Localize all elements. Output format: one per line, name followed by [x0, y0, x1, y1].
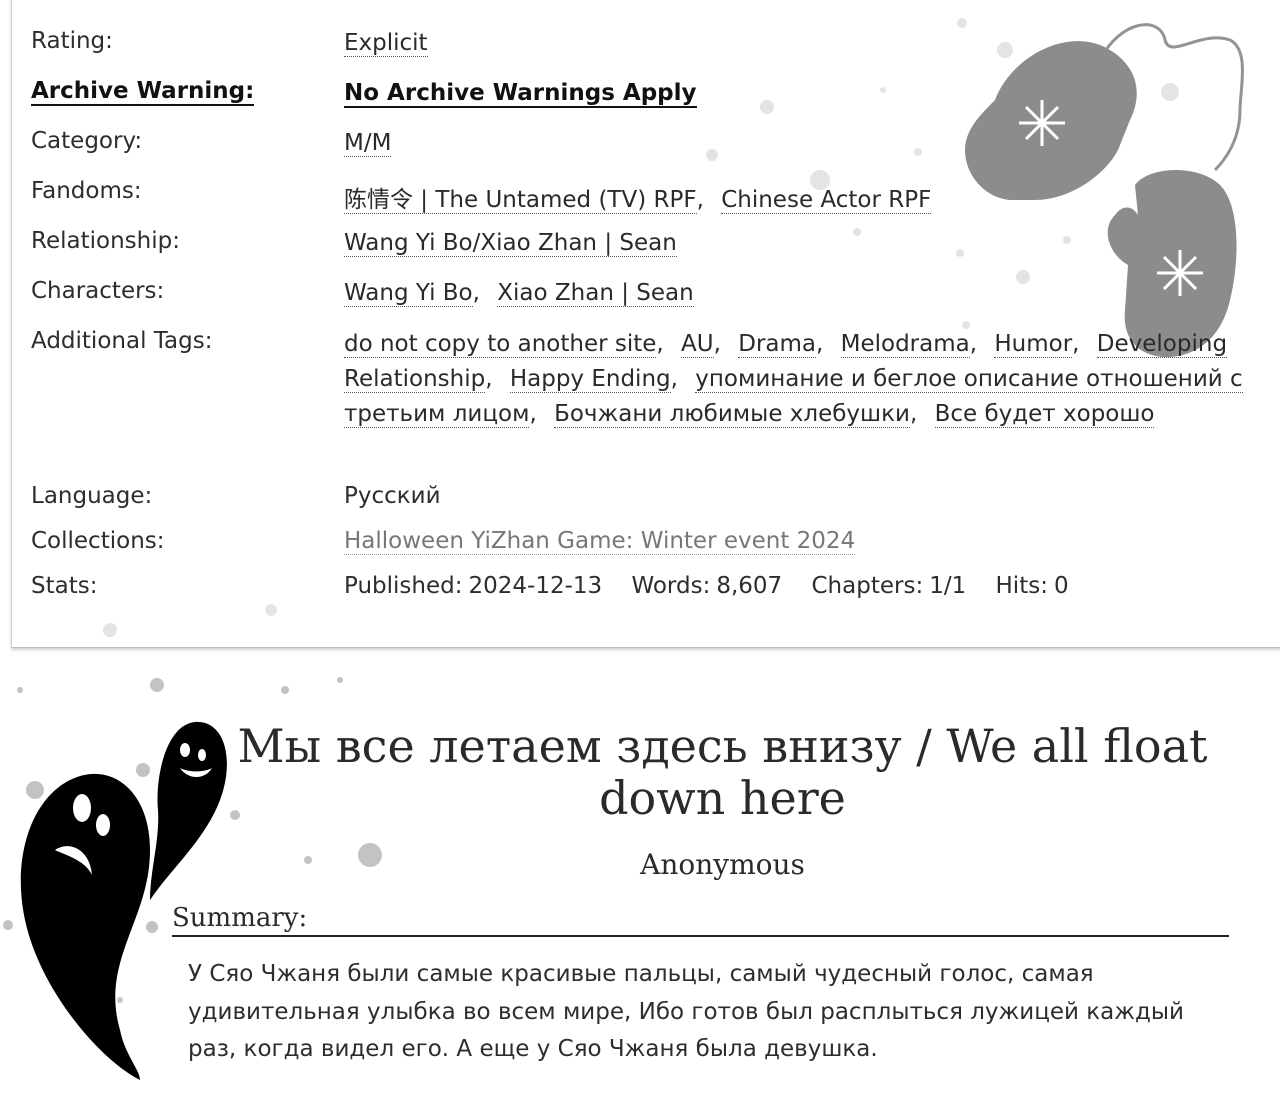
collection-link[interactable]: Halloween YiZhan Game: Winter event 2024: [344, 528, 856, 555]
character-tag[interactable]: Xiao Zhan | Sean: [497, 280, 694, 307]
language-value: Русский: [344, 483, 441, 509]
freeform-tag[interactable]: AU: [681, 331, 714, 358]
category-tag[interactable]: M/M: [344, 130, 392, 157]
characters-value: Wang Yi Bo, Xiao Zhan | Sean: [344, 280, 694, 307]
rating-tag[interactable]: Explicit: [344, 30, 428, 57]
warning-label: Archive Warning:: [31, 78, 255, 106]
hits-value: 0: [1053, 573, 1069, 599]
freeform-tag[interactable]: Drama: [738, 331, 816, 358]
fandoms-label: Fandoms:: [31, 178, 142, 204]
work-title: Мы все летаем здесь внизу / We all float…: [237, 719, 1208, 825]
chapters-label: Chapters:: [811, 573, 924, 599]
language-label: Language:: [31, 483, 153, 509]
published-value: 2024-12-13: [468, 573, 603, 599]
characters-label: Characters:: [31, 278, 165, 304]
collections-value: Halloween YiZhan Game: Winter event 2024: [344, 528, 856, 555]
relationship-tag[interactable]: Wang Yi Bo/Xiao Zhan | Sean: [344, 230, 677, 257]
freeform-tag[interactable]: do not copy to another site: [344, 331, 657, 358]
category-label: Category:: [31, 128, 143, 154]
published-label: Published:: [344, 573, 463, 599]
stats-value: Published: 2024-12-13 Words: 8,607 Chapter…: [344, 573, 1075, 599]
rating-label: Rating:: [31, 28, 113, 54]
freeform-tag[interactable]: Humor: [994, 331, 1073, 358]
category-value: M/M: [344, 130, 392, 157]
chapters-value: 1/1: [929, 573, 967, 599]
character-tag[interactable]: Wang Yi Bo: [344, 280, 473, 307]
work-author: Anonymous: [640, 848, 805, 881]
summary-heading: Summary:: [172, 903, 1229, 937]
summary-text: У Сяо Чжаня были самые красивые пальцы, …: [188, 961, 1184, 1062]
relationship-value: Wang Yi Bo/Xiao Zhan | Sean: [344, 230, 677, 257]
freeform-tag[interactable]: Все будет хорошо: [934, 401, 1155, 428]
fandom-tag[interactable]: 陈情令 | The Untamed (TV) RPF: [344, 187, 697, 214]
freeform-tag[interactable]: Happy Ending: [509, 366, 671, 393]
words-label: Words:: [631, 573, 711, 599]
additional-tags-value: do not copy to another site, AU, Drama, …: [344, 331, 1243, 428]
warning-tag[interactable]: No Archive Warnings Apply: [344, 80, 697, 108]
rating-value: Explicit: [344, 30, 428, 57]
fandoms-value: 陈情令 | The Untamed (TV) RPF, Chinese Acto…: [344, 187, 932, 214]
words-value: 8,607: [716, 573, 783, 599]
relationship-label: Relationship:: [31, 228, 180, 254]
stats-label: Stats:: [31, 573, 98, 599]
additional-tags-label: Additional Tags:: [31, 328, 213, 354]
fandom-tag[interactable]: Chinese Actor RPF: [721, 187, 932, 214]
hits-label: Hits:: [995, 573, 1048, 599]
collections-label: Collections:: [31, 528, 165, 554]
freeform-tag[interactable]: Melodrama: [840, 331, 970, 358]
warning-value: No Archive Warnings Apply: [344, 80, 697, 108]
freeform-tag[interactable]: Бочжани любимые хлебушки: [554, 401, 910, 428]
